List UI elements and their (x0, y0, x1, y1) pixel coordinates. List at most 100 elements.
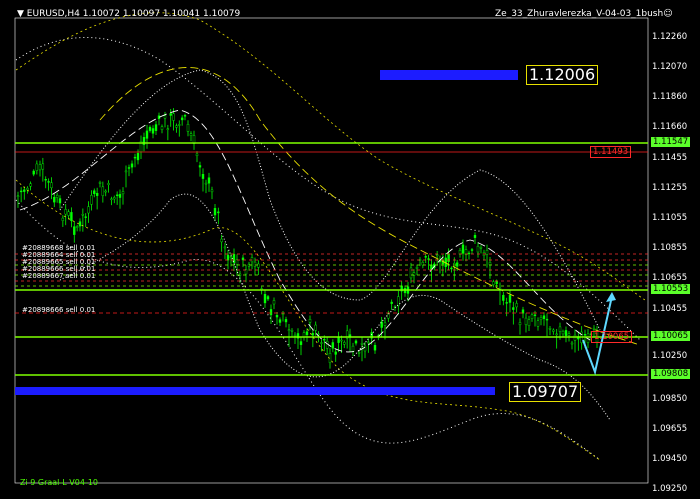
candle-body (47, 181, 50, 183)
candle-body (530, 314, 534, 319)
candle-body (226, 254, 230, 261)
axis-tick: 1.11455 (652, 153, 688, 163)
candle-body (115, 194, 119, 197)
candle-body (169, 113, 172, 116)
candle-body (121, 191, 125, 195)
red-price-tag: 1.11493 (590, 146, 632, 158)
candle-body (253, 261, 257, 267)
candle-body (334, 351, 337, 355)
candle-body (275, 314, 279, 318)
candle-body (555, 333, 558, 336)
candle-body (479, 247, 483, 249)
axis-tick: 1.09850 (652, 394, 688, 404)
candle-body (415, 267, 419, 269)
candle-body (67, 211, 70, 216)
candle-body (314, 324, 317, 331)
candle-body (93, 190, 96, 194)
axis-tick: 1.10455 (652, 304, 688, 314)
dropdown-triangle-icon[interactable]: ▼ (17, 9, 27, 19)
candle-body (293, 334, 297, 337)
upper-target-bar[interactable] (380, 70, 518, 80)
candle-body (383, 322, 387, 326)
candle-body (272, 300, 276, 305)
lower-target-label: 1.09707 (509, 382, 582, 402)
axis-tick: 1.11055 (652, 213, 688, 223)
candle-body (533, 314, 537, 316)
candle-body (455, 262, 459, 267)
axis-tick: 1.10250 (652, 351, 688, 361)
candle-body (299, 341, 303, 345)
candle-body (409, 267, 413, 279)
candle-body (213, 208, 217, 216)
candle-body (495, 281, 498, 285)
axis-tick: 1.12070 (652, 62, 688, 72)
candle-body (38, 164, 42, 171)
candle-body (536, 320, 540, 327)
candle-body (90, 195, 93, 205)
candle-body (154, 124, 158, 131)
candle-body (284, 319, 288, 323)
candle-body (308, 318, 312, 323)
order-label[interactable]: #20889667 sell 0.01 (22, 272, 95, 280)
candle-body (107, 183, 110, 185)
axis-tick: 1.10855 (652, 243, 688, 253)
candle-body (16, 195, 20, 198)
candle-body (552, 329, 555, 332)
candle-body (41, 163, 45, 170)
expert-advisor-label[interactable]: Ze_33_Zhuravlerezka_V-04-03_1bush☺ (495, 9, 673, 19)
candle-body (198, 165, 202, 168)
candle-body (340, 339, 343, 342)
candle-body (136, 152, 140, 161)
candle-body (561, 331, 565, 335)
candle-body (19, 190, 23, 193)
candle-body (447, 253, 450, 262)
candle-body (189, 133, 193, 136)
candle-body (101, 186, 105, 196)
candle-body (278, 319, 282, 323)
order-label[interactable]: #20898666 sell 0.01 (22, 306, 95, 314)
smiley-icon: ☺ (663, 9, 673, 19)
candle-body (223, 246, 227, 249)
candle-body (81, 214, 85, 216)
candle-body (64, 209, 67, 215)
candle-body (367, 341, 370, 344)
candle-body (61, 217, 65, 221)
candle-body (515, 303, 518, 308)
candle-body (210, 189, 214, 193)
candle-body (458, 250, 462, 255)
candle-body (104, 190, 107, 193)
candle-body (113, 197, 116, 200)
candle-body (281, 313, 285, 315)
candle-body (387, 313, 390, 319)
candle-body (518, 322, 522, 326)
upper-target-label: 1.12006 (526, 65, 599, 85)
candle-body (427, 258, 430, 260)
candle-body (311, 333, 315, 336)
candle-body (148, 126, 152, 131)
red-price-tag-current: 1.10065 (591, 331, 633, 343)
candle-body (133, 156, 137, 159)
candle-body (485, 250, 489, 255)
candle-body (207, 177, 211, 184)
candle-body (505, 302, 508, 304)
candle-body (151, 128, 155, 134)
candle-body (564, 330, 568, 336)
candle-body (351, 345, 355, 352)
candle-body (539, 317, 543, 320)
axis-tick: 1.09655 (652, 424, 688, 434)
candle-body (235, 259, 239, 265)
candle-body (110, 198, 113, 201)
candle-body (421, 262, 425, 266)
candle-body (180, 117, 184, 121)
candle-body (373, 345, 377, 351)
axis-level-label: 1.10553 (651, 284, 691, 294)
candle-body (331, 342, 335, 349)
candle-body (175, 125, 178, 128)
candle-body (435, 254, 439, 256)
candle-body (257, 263, 260, 268)
lower-target-bar[interactable] (15, 387, 495, 395)
candle-body (512, 307, 515, 310)
candle-body (23, 189, 26, 192)
candle-body (269, 309, 273, 316)
candle-body (354, 340, 358, 344)
